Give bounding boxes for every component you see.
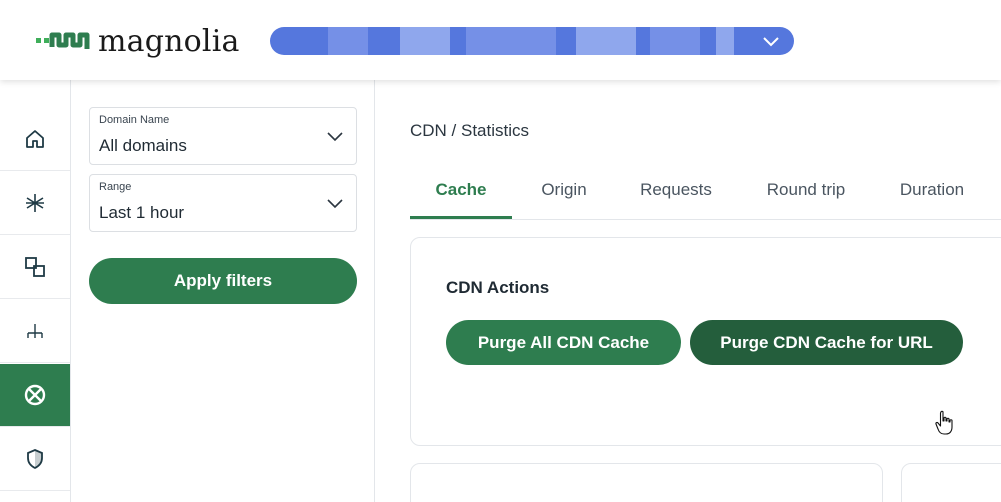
range-label: Range bbox=[99, 181, 132, 193]
cdn-actions-title: CDN Actions bbox=[446, 278, 550, 297]
redacted-text bbox=[576, 27, 636, 55]
tab-round-trip[interactable]: Round trip bbox=[754, 168, 858, 219]
breadcrumb: CDN / Statistics bbox=[410, 121, 530, 140]
tab-requests[interactable]: Requests bbox=[630, 168, 722, 219]
rail-item-asterisk[interactable] bbox=[0, 172, 70, 235]
site-selector[interactable] bbox=[270, 27, 794, 55]
magnolia-logo-mark-icon bbox=[36, 32, 90, 49]
redacted-text bbox=[328, 27, 368, 55]
redacted-text bbox=[466, 27, 556, 55]
filters-panel: Domain Name All domains Range Last 1 hou… bbox=[71, 80, 375, 502]
apply-filters-button[interactable]: Apply filters bbox=[89, 258, 357, 304]
asterisk-icon bbox=[26, 194, 44, 212]
chevron-down-icon bbox=[763, 37, 779, 47]
rail-item-home[interactable] bbox=[0, 108, 70, 171]
domain-name-label: Domain Name bbox=[99, 114, 170, 126]
rail-item-apps[interactable] bbox=[0, 236, 70, 299]
range-value: Last 1 hour bbox=[99, 203, 185, 222]
rail-item-security[interactable] bbox=[0, 428, 70, 491]
range-select[interactable]: Range Last 1 hour bbox=[89, 174, 357, 232]
redacted-text bbox=[400, 27, 450, 55]
main-content: CDN / Statistics Cache Origin Requests R… bbox=[376, 80, 1001, 502]
overlapping-squares-icon bbox=[25, 257, 45, 277]
chevron-down-icon bbox=[327, 132, 343, 142]
rail-item-cdn[interactable] bbox=[0, 364, 70, 427]
purge-all-cdn-cache-button[interactable]: Purge All CDN Cache bbox=[446, 320, 681, 365]
hierarchy-icon bbox=[27, 324, 43, 338]
tab-duration[interactable]: Duration bbox=[890, 168, 974, 219]
tab-bar: Cache Origin Requests Round trip Duratio… bbox=[410, 168, 1001, 220]
rail-item-tree[interactable] bbox=[0, 300, 70, 363]
top-header: magnolia bbox=[0, 0, 1001, 80]
cdn-actions-card: CDN Actions Purge All CDN Cache Purge CD… bbox=[410, 237, 1001, 446]
tab-cache[interactable]: Cache bbox=[410, 168, 512, 219]
stats-card bbox=[410, 463, 883, 502]
shield-icon bbox=[27, 449, 43, 470]
hand-cursor-icon bbox=[935, 410, 953, 435]
home-icon bbox=[26, 130, 44, 148]
tab-origin[interactable]: Origin bbox=[522, 168, 606, 219]
purge-cdn-cache-for-url-button[interactable]: Purge CDN Cache for URL bbox=[690, 320, 963, 365]
ban-circle-icon bbox=[24, 384, 46, 406]
stats-card bbox=[901, 463, 1001, 502]
domain-name-select[interactable]: Domain Name All domains bbox=[89, 107, 357, 165]
domain-name-value: All domains bbox=[99, 136, 187, 155]
redacted-text bbox=[716, 27, 734, 55]
redacted-text bbox=[650, 27, 700, 55]
app-rail bbox=[0, 80, 71, 502]
chevron-down-icon bbox=[327, 199, 343, 209]
magnolia-logo[interactable]: magnolia bbox=[36, 24, 240, 59]
brand-name: magnolia bbox=[98, 24, 240, 59]
